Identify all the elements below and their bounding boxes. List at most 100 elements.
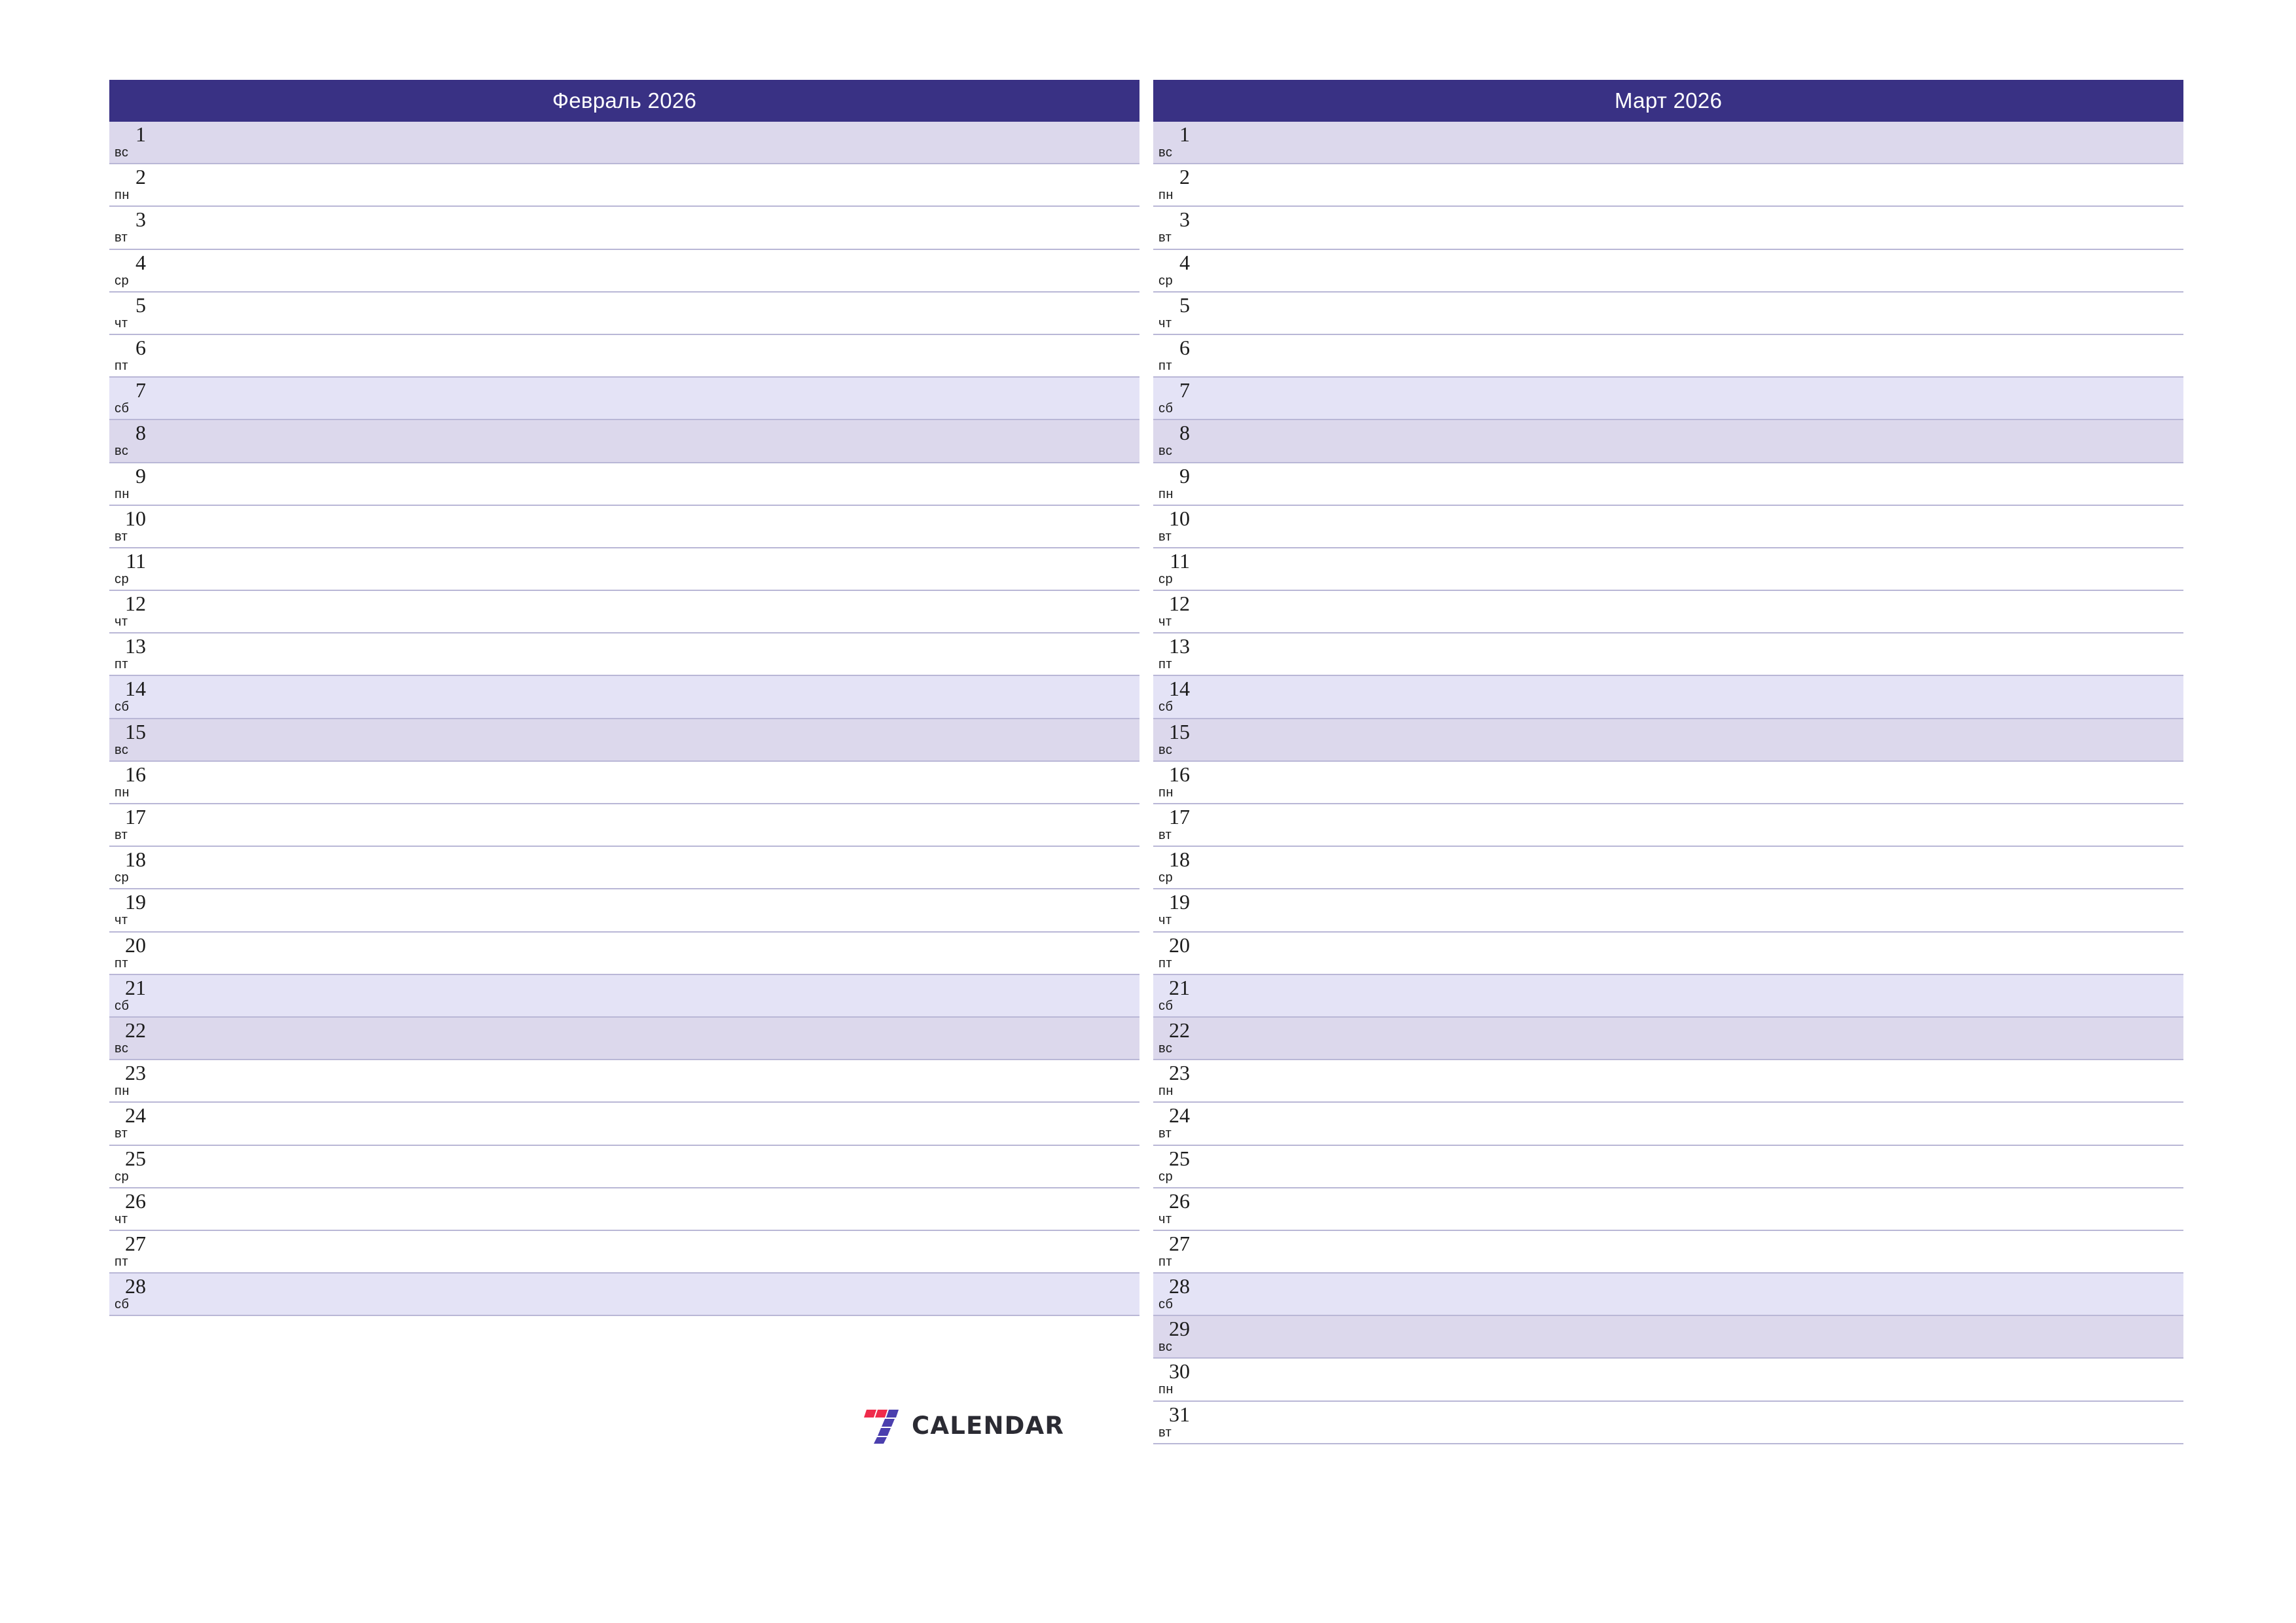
day-row[interactable]: 15 вс [109, 719, 1139, 762]
day-row[interactable]: 15 вс [1153, 719, 2183, 762]
day-row[interactable]: 17 вт [1153, 804, 2183, 847]
day-row[interactable]: 22 вс [109, 1017, 1139, 1061]
day-row[interactable]: 12 чт [109, 591, 1139, 634]
day-row[interactable]: 7 сб [109, 378, 1139, 421]
day-list-1: 1 вс 2 пн 3 вт 4 ср 5 чт 6 пт 7 сб 8 вс 9 пн 10 вт 11 ср 12 чт 1… [1153, 122, 2183, 1444]
day-row[interactable]: 22 вс [1153, 1017, 2183, 1061]
day-number: 27 [1169, 1231, 1190, 1255]
day-number: 19 [1169, 890, 1190, 914]
day-weekday: вс [1158, 444, 1173, 459]
day-row[interactable]: 13 пт [109, 633, 1139, 677]
day-weekday: вс [1158, 1340, 1173, 1355]
day-row[interactable]: 13 пт [1153, 633, 2183, 677]
day-row[interactable]: 25 ср [1153, 1145, 2183, 1188]
day-row[interactable]: 10 вт [1153, 505, 2183, 548]
day-row[interactable]: 17 вт [109, 804, 1139, 847]
day-row[interactable]: 29 вс [1153, 1316, 2183, 1359]
day-row[interactable]: 23 пн [109, 1060, 1139, 1103]
day-row[interactable]: 21 сб [1153, 974, 2183, 1018]
day-weekday: сб [1158, 401, 1174, 416]
day-number: 11 [1170, 548, 1190, 573]
day-number: 2 [1179, 165, 1190, 189]
day-row[interactable]: 12 чт [1153, 591, 2183, 634]
day-number: 4 [135, 250, 146, 274]
day-row[interactable]: 18 ср [1153, 847, 2183, 890]
day-row[interactable]: 11 ср [1153, 548, 2183, 592]
day-row[interactable]: 1 вс [109, 122, 1139, 165]
day-row[interactable]: 23 пн [1153, 1060, 2183, 1103]
day-weekday: сб [1158, 998, 1174, 1013]
day-number: 25 [125, 1146, 146, 1170]
day-row[interactable]: 6 пт [109, 334, 1139, 378]
day-number: 28 [1169, 1274, 1190, 1298]
day-weekday: вт [115, 1126, 128, 1141]
day-row[interactable]: 28 сб [1153, 1274, 2183, 1317]
day-weekday: вс [1158, 742, 1173, 757]
day-weekday: чт [115, 913, 128, 928]
day-number: 13 [125, 634, 146, 658]
day-weekday: пн [1158, 1382, 1174, 1397]
day-row[interactable]: 2 пн [1153, 164, 2183, 207]
day-row[interactable]: 24 вт [1153, 1103, 2183, 1146]
day-number: 9 [1179, 463, 1190, 488]
day-number: 24 [125, 1103, 146, 1128]
day-row[interactable]: 24 вт [109, 1103, 1139, 1146]
day-row[interactable]: 11 ср [109, 548, 1139, 592]
day-weekday: вс [115, 145, 129, 160]
day-row[interactable]: 28 сб [109, 1274, 1139, 1317]
day-row[interactable]: 27 пт [109, 1230, 1139, 1274]
day-row[interactable]: 20 пт [109, 932, 1139, 975]
day-weekday: ср [115, 571, 130, 586]
day-row[interactable]: 26 чт [109, 1188, 1139, 1231]
day-row[interactable]: 3 вт [109, 207, 1139, 250]
day-row[interactable]: 9 пн [109, 463, 1139, 506]
day-row[interactable]: 27 пт [1153, 1230, 2183, 1274]
day-number: 31 [1169, 1402, 1190, 1426]
day-number: 23 [1169, 1061, 1190, 1085]
day-row[interactable]: 2 пн [109, 164, 1139, 207]
day-row[interactable]: 8 вс [109, 420, 1139, 463]
day-weekday: чт [115, 615, 128, 630]
day-row[interactable]: 26 чт [1153, 1188, 2183, 1231]
day-row[interactable]: 21 сб [109, 974, 1139, 1018]
day-row[interactable]: 10 вт [109, 505, 1139, 548]
day-weekday: пт [115, 955, 128, 971]
day-row[interactable]: 7 сб [1153, 378, 2183, 421]
day-row[interactable]: 25 ср [109, 1145, 1139, 1188]
day-number: 18 [125, 847, 146, 872]
day-number: 3 [1179, 207, 1190, 232]
day-number: 3 [135, 207, 146, 232]
day-weekday: пн [115, 785, 130, 800]
day-weekday: вт [115, 828, 128, 842]
day-number: 27 [125, 1231, 146, 1255]
day-row[interactable]: 8 вс [1153, 420, 2183, 463]
day-row[interactable]: 3 вт [1153, 207, 2183, 250]
day-row[interactable]: 30 пн [1153, 1359, 2183, 1402]
day-row[interactable]: 5 чт [109, 292, 1139, 335]
day-number: 12 [1169, 592, 1190, 616]
day-number: 28 [125, 1274, 146, 1298]
day-row[interactable]: 9 пн [1153, 463, 2183, 506]
day-weekday: пн [115, 188, 130, 203]
day-row[interactable]: 31 вт [1153, 1401, 2183, 1444]
day-weekday: чт [115, 1211, 128, 1226]
day-row[interactable]: 5 чт [1153, 292, 2183, 335]
day-number: 18 [1169, 847, 1190, 872]
day-row[interactable]: 14 сб [109, 676, 1139, 719]
day-number: 9 [135, 463, 146, 488]
day-row[interactable]: 14 сб [1153, 676, 2183, 719]
day-row[interactable]: 16 пн [109, 761, 1139, 804]
day-number: 21 [125, 975, 146, 999]
day-row[interactable]: 6 пт [1153, 334, 2183, 378]
day-row[interactable]: 16 пн [1153, 761, 2183, 804]
day-weekday: пт [115, 657, 128, 672]
day-row[interactable]: 1 вс [1153, 122, 2183, 165]
day-weekday: сб [1158, 1297, 1174, 1312]
day-row[interactable]: 4 ср [1153, 249, 2183, 293]
day-number: 24 [1169, 1103, 1190, 1128]
day-row[interactable]: 19 чт [109, 889, 1139, 933]
day-row[interactable]: 19 чт [1153, 889, 2183, 933]
day-row[interactable]: 18 ср [109, 847, 1139, 890]
day-row[interactable]: 4 ср [109, 249, 1139, 293]
day-row[interactable]: 20 пт [1153, 932, 2183, 975]
